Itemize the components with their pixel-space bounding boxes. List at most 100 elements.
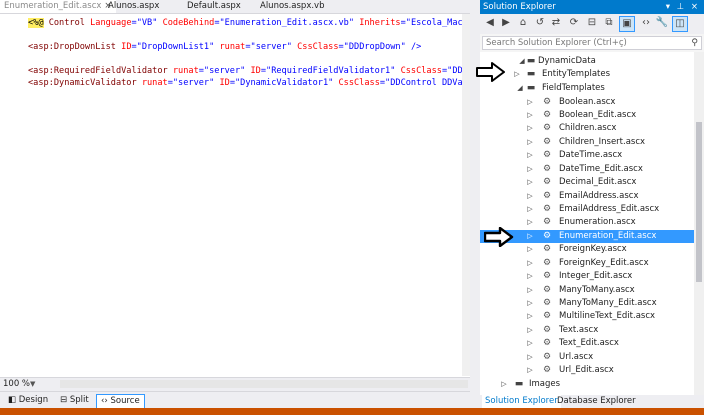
ascx-file-icon: ⚙ [542,231,552,241]
search-icon[interactable]: ⚲ [691,37,698,49]
tab-default-aspx[interactable]: Default.aspx [183,0,245,13]
tree-item-file[interactable]: ▷ ⚙ ForeignKey_Edit.ascx [480,257,694,270]
collapsed-icon[interactable]: ▷ [526,257,534,270]
split-view-button[interactable]: ⊟ Split [56,394,93,407]
show-all-files-icon[interactable]: ⧉ [602,16,616,30]
annotation-arrow-icon [476,62,505,82]
tree-item-file[interactable]: ▷ ⚙ Text_Edit.ascx [480,337,694,350]
collapse-all-icon[interactable]: ⊟ [585,16,599,30]
tree-scrollbar-thumb[interactable] [696,122,702,282]
ascx-file-icon: ⚙ [542,110,552,120]
tree-item-file[interactable]: ▷ ⚙ Boolean.ascx [480,96,694,109]
collapsed-icon[interactable]: ▷ [526,109,534,122]
tree-item-dynamicdata[interactable]: ◢ ▬ DynamicData [480,55,694,68]
preview-icon[interactable]: ◫ [672,16,688,32]
zoom-level[interactable]: 100 % [3,378,30,391]
design-view-button[interactable]: ◧ Design [4,394,52,407]
collapsed-icon[interactable]: ▷ [526,203,534,216]
tree-item-images[interactable]: ▷ ▬ Images [480,378,694,391]
ascx-file-icon: ⚙ [542,191,552,201]
tab-label: Alunos.aspx [108,1,160,11]
tab-label: Default.aspx [187,1,241,11]
tree-item-file[interactable]: ▷ ⚙ EmailAddress.ascx [480,190,694,203]
tree-item-file[interactable]: ▷ ⚙ Boolean_Edit.ascx [480,109,694,122]
tree-item-file[interactable]: ▷ ⚙ EmailAddress_Edit.ascx [480,203,694,216]
collapsed-icon[interactable]: ▷ [526,122,534,135]
ascx-file-icon: ⚙ [542,97,552,107]
tree-item-file[interactable]: ▷ ⚙ DateTime.ascx [480,149,694,162]
properties-icon[interactable]: 🔧 [655,16,669,30]
panel-title: Solution Explorer [483,2,556,12]
collapsed-icon[interactable]: ▷ [500,378,508,391]
code-editor[interactable]: <%@ Control Language="VB" CodeBehind="En… [0,14,470,376]
tree-item-fieldtemplates[interactable]: ◢ ▬ FieldTemplates [480,82,694,95]
history-icon[interactable]: ↺ [533,16,547,30]
tree-item-entitytemplates[interactable]: ▷ ▬ EntityTemplates [480,68,694,81]
tree-item-file[interactable]: ▷ ⚙ Url_Edit.ascx [480,364,694,377]
ascx-file-icon: ⚙ [542,204,552,214]
tab-alunos-aspx[interactable]: Alunos.aspx [104,0,163,13]
view-code-icon[interactable]: ‹› [639,16,653,30]
collapsed-icon[interactable]: ▷ [526,324,534,337]
editor-horizontal-scrollbar[interactable] [60,380,468,388]
tree-item-file[interactable]: ▷ ⚙ ManyToMany.ascx [480,284,694,297]
home-icon[interactable]: ⌂ [516,16,530,30]
collapsed-icon[interactable]: ▷ [526,96,534,109]
collapsed-icon[interactable]: ▷ [526,149,534,162]
chevron-down-icon[interactable]: ▼ [30,378,35,391]
source-view-button[interactable]: ‹› Source [96,394,145,409]
refresh-icon[interactable]: ⟳ [567,16,581,30]
ascx-file-icon: ⚙ [542,365,552,375]
solution-tree[interactable]: ◢ ▬ DynamicData ▷ ▬ EntityTemplates ◢ ▬ … [480,52,694,395]
document-tab-bar: Enumeration_Edit.ascx × Alunos.aspx Defau… [0,0,470,14]
tab-alunos-aspx-vb[interactable]: Alunos.aspx.vb [256,0,328,13]
tree-item-file[interactable]: ▷ ⚙ Integer_Edit.ascx [480,270,694,283]
collapsed-icon[interactable]: ▷ [526,136,534,149]
collapsed-icon[interactable]: ▷ [526,364,534,377]
tree-item-file[interactable]: ▷ ⚙ Children_Insert.ascx [480,136,694,149]
explorer-tab-strip: Solution Explorer Database Explorer [480,395,704,408]
code-line-directive: <%@ Control Language="VB" CodeBehind="En… [28,18,463,28]
collapsed-icon[interactable]: ▷ [526,284,534,297]
tree-item-file[interactable]: ▷ ⚙ MultilineText_Edit.ascx [480,310,694,323]
tree-item-file[interactable]: ▷ ⚙ DateTime_Edit.ascx [480,163,694,176]
view-switcher-bar: ◧ Design ⊟ Split ‹› Source [0,391,470,409]
pending-changes-icon[interactable]: ▣ [619,16,635,32]
status-bar [0,408,704,415]
panel-window-controls[interactable]: ▾ ⊥ × [666,0,700,14]
tab-enumeration-edit[interactable]: Enumeration_Edit.ascx × [0,0,116,13]
ascx-file-icon: ⚙ [542,311,552,321]
collapsed-icon[interactable]: ▷ [526,230,534,243]
tab-solution-explorer[interactable]: Solution Explorer [482,395,561,408]
tree-item-file[interactable]: ▷ ⚙ Decimal_Edit.ascx [480,176,694,189]
collapsed-icon[interactable]: ▷ [526,337,534,350]
collapsed-icon[interactable]: ▷ [526,163,534,176]
collapsed-icon[interactable]: ▷ [513,68,521,81]
collapsed-icon[interactable]: ▷ [526,310,534,323]
collapsed-icon[interactable]: ▷ [526,270,534,283]
solution-search-input[interactable]: Search Solution Explorer (Ctrl+ç) ⚲ [482,36,702,50]
ascx-file-icon: ⚙ [542,258,552,268]
sync-icon[interactable]: ⇄ [549,16,563,30]
editor-vertical-scrollbar[interactable] [462,14,470,376]
back-icon[interactable]: ◀ [483,16,497,30]
expanded-icon[interactable]: ◢ [516,82,524,95]
collapsed-icon[interactable]: ▷ [526,216,534,229]
tree-item-file[interactable]: ▷ ⚙ Text.ascx [480,324,694,337]
forward-icon[interactable]: ▶ [499,16,513,30]
collapsed-icon[interactable]: ▷ [526,351,534,364]
solution-explorer-panel: Solution Explorer ▾ ⊥ × ◀ ▶ ⌂ ↺ ⇄ ⟳ ⊟ ⧉ … [480,0,704,408]
collapsed-icon[interactable]: ▷ [526,190,534,203]
code-icon: ‹› [101,396,111,406]
tree-item-file[interactable]: ▷ ⚙ ManyToMany_Edit.ascx [480,297,694,310]
expanded-icon[interactable]: ◢ [518,55,526,68]
tab-database-explorer[interactable]: Database Explorer [554,395,639,408]
tree-item-file[interactable]: ▷ ⚙ Children.ascx [480,122,694,135]
ascx-file-icon: ⚙ [542,177,552,187]
folder-icon: ▬ [514,379,524,389]
collapsed-icon[interactable]: ▷ [526,297,534,310]
collapsed-icon[interactable]: ▷ [526,176,534,189]
tree-item-file[interactable]: ▷ ⚙ Url.ascx [480,351,694,364]
code-line-dynamicvalidator: <asp:DynamicValidator runat="server" ID=… [28,78,463,88]
collapsed-icon[interactable]: ▷ [526,243,534,256]
